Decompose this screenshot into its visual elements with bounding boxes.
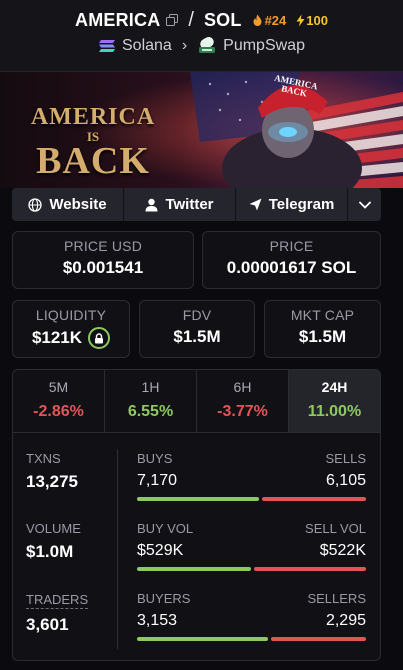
tab-1h[interactable]: 1H 6.55% (105, 370, 197, 432)
buys-label: BUYS (137, 451, 173, 466)
globe-icon (28, 197, 43, 212)
more-links-button[interactable] (348, 188, 381, 221)
sell-volume-bar-fill (253, 567, 366, 571)
sells-label: SELLS (325, 451, 366, 466)
buys-value: 7,170 (137, 472, 178, 489)
fdv-label: FDV (182, 307, 212, 323)
price-usd-value: $0.001541 (62, 258, 144, 277)
txns-stat: TXNS 13,275 (26, 451, 78, 492)
tab-6h[interactable]: 6H -3.77% (197, 370, 289, 432)
boost-value: 100 (306, 12, 328, 28)
price-sol-value: 0.00001617 SOL (226, 258, 357, 277)
tab-24h[interactable]: 24H 11.00% (289, 370, 380, 432)
tab-1h-change: 6.55% (127, 403, 174, 420)
pumpswap-icon (199, 37, 216, 53)
dex-link[interactable]: PumpSwap (223, 37, 305, 55)
trending-rank-badge[interactable]: #24 (252, 12, 287, 28)
buyers-bar-fill (137, 637, 268, 641)
traders-stat: TRADERS 3,601 (26, 591, 89, 635)
sells-value: 6,105 (325, 472, 366, 489)
buys-bar-fill (137, 497, 260, 501)
traders-split: BUYERS SELLERS 3,153 2,295 (137, 591, 366, 641)
social-links-bar: Website Twitter Telegram (12, 188, 381, 221)
sell-volume-value: $522K (319, 542, 366, 559)
boost-badge[interactable]: 100 (296, 13, 328, 28)
buy-volume-bar-fill (137, 567, 251, 571)
chevron-down-icon (358, 201, 371, 209)
buys-sells-bar (137, 497, 366, 501)
sellers-bar-fill (270, 637, 366, 641)
banner-slogan: AMERICA IS BACK (18, 104, 168, 183)
buy-volume-value: $529K (137, 542, 184, 559)
sellers-label: SELLERS (307, 591, 366, 606)
user-icon (145, 198, 158, 211)
liquidity-value-row: $121K (13, 327, 129, 349)
copy-icon[interactable] (166, 14, 179, 26)
stats-divider (117, 449, 118, 649)
price-sol-card: PRICE 0.00001617 SOL (202, 231, 381, 289)
traders-value: 3,601 (26, 615, 69, 634)
sells-bar-fill (262, 497, 366, 501)
tab-6h-change: -3.77% (217, 403, 268, 420)
buyers-value: 3,153 (137, 612, 178, 629)
traders-bar (137, 637, 366, 641)
banner-slogan-line3: BACK (36, 140, 150, 182)
pair-quote-symbol: SOL (203, 9, 242, 30)
lock-icon[interactable] (88, 327, 111, 349)
trending-rank-value: #24 (264, 12, 287, 28)
website-button-label: Website (49, 196, 107, 213)
tab-5m-label: 5M (48, 379, 69, 395)
price-usd-card: PRICE USD $0.001541 (12, 231, 194, 289)
banner-slogan-line1: AMERICA (30, 104, 156, 130)
solana-icon (99, 40, 115, 52)
fire-icon (253, 14, 262, 26)
volume-split: BUY VOL SELL VOL $529K $522K (137, 521, 366, 571)
telegram-button-label: Telegram (268, 196, 335, 213)
buy-volume-label: BUY VOL (137, 521, 194, 536)
tab-6h-label: 6H (233, 379, 252, 395)
lightning-icon (296, 14, 305, 26)
pair-separator: / (188, 8, 194, 31)
price-sol-label: PRICE (269, 238, 314, 254)
mktcap-value: $1.5M (298, 327, 347, 346)
breadcrumb: Solana › PumpSwap (0, 37, 403, 55)
volume-label: VOLUME (26, 521, 81, 536)
telegram-button[interactable]: Telegram (236, 188, 348, 221)
pair-header: AMERICA / SOL #24 100 Solana › PumpSwap (0, 0, 403, 72)
chevron-right-icon: › (181, 37, 188, 54)
twitter-button-label: Twitter (165, 196, 214, 213)
fdv-card: FDV $1.5M (139, 300, 255, 358)
mktcap-label: MKT CAP (290, 307, 355, 323)
buyers-label: BUYERS (137, 591, 191, 606)
send-icon (249, 198, 262, 211)
txns-value: 13,275 (26, 472, 78, 491)
volume-value: $1.0M (26, 542, 74, 561)
liquidity-label: LIQUIDITY (35, 307, 107, 323)
pair-title-row: AMERICA / SOL #24 100 (0, 9, 403, 31)
tab-24h-label: 24H (321, 379, 348, 395)
chain-link[interactable]: Solana (122, 37, 172, 55)
buys-sells-split: BUYS SELLS 7,170 6,105 (137, 451, 366, 501)
price-usd-label: PRICE USD (63, 238, 143, 254)
trade-stats-panel: TXNS 13,275 VOLUME $1.0M TRADERS 3,601 B… (12, 432, 381, 661)
tab-24h-change: 11.00% (307, 403, 362, 420)
volume-stat: VOLUME $1.0M (26, 521, 81, 562)
liquidity-value: $121K (31, 328, 83, 347)
traders-label[interactable]: TRADERS (26, 592, 89, 609)
tab-5m-change: -2.86% (33, 403, 84, 420)
timeframe-tabs: 5M -2.86% 1H 6.55% 6H -3.77% 24H 11.00% (12, 369, 381, 432)
sellers-value: 2,295 (325, 612, 366, 629)
token-banner-image: AMERICA IS BACK AMERICA BACK (0, 72, 403, 188)
volume-bar (137, 567, 366, 571)
website-button[interactable]: Website (12, 188, 124, 221)
tab-5m[interactable]: 5M -2.86% (13, 370, 105, 432)
txns-label: TXNS (26, 451, 61, 466)
sell-volume-label: SELL VOL (305, 521, 366, 536)
pair-base-symbol: AMERICA (75, 9, 161, 30)
fdv-value: $1.5M (173, 327, 221, 346)
liquidity-card: LIQUIDITY $121K (12, 300, 130, 358)
mktcap-card: MKT CAP $1.5M (264, 300, 381, 358)
twitter-button[interactable]: Twitter (124, 188, 236, 221)
tab-1h-label: 1H (141, 379, 160, 395)
